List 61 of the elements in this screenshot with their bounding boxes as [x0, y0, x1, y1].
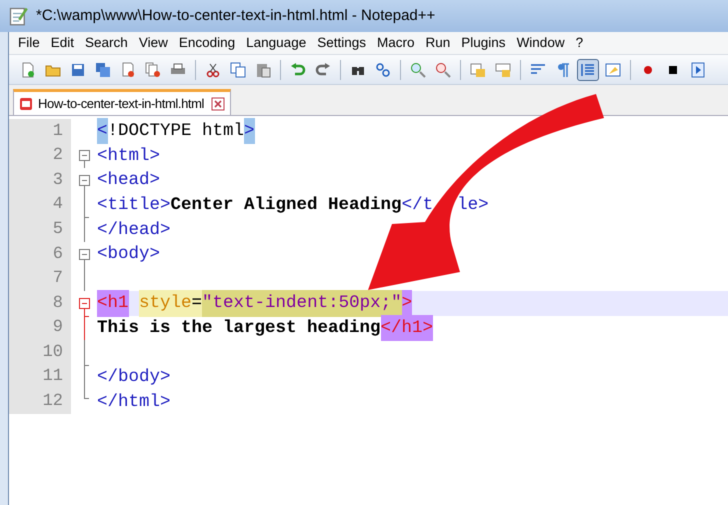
line-number: 1	[52, 120, 63, 143]
menu-item[interactable]: ?	[570, 32, 588, 54]
save-icon	[70, 62, 86, 78]
menu-item[interactable]: File	[13, 32, 45, 54]
copy-icon	[230, 62, 246, 78]
code-line: <!DOCTYPE html>	[97, 119, 728, 144]
cut-icon	[205, 62, 221, 78]
window-title: *C:\wamp\www\How-to-center-text-in-html.html - Notepad++	[36, 6, 436, 26]
file-tab[interactable]: How-to-center-text-in-html.html	[13, 89, 232, 115]
fold-toggle-icon[interactable]	[79, 248, 90, 260]
menu-item[interactable]: Macro	[372, 32, 420, 54]
code-line: <title>Center Aligned Heading</t le>	[97, 194, 490, 217]
line-number: 11	[42, 366, 63, 388]
line-number: 12	[42, 391, 63, 414]
line-number: 8	[52, 292, 63, 315]
fold-toggle-icon[interactable]	[79, 150, 90, 162]
menu-item[interactable]: Run	[420, 32, 456, 54]
code-line: <html>	[97, 144, 162, 168]
zoom-in-icon	[410, 62, 426, 78]
close-icon[interactable]	[211, 96, 226, 110]
line-number: 5	[52, 218, 63, 241]
close-file-icon	[120, 62, 136, 78]
play-icon	[690, 62, 706, 78]
fold-toggle-icon[interactable]	[79, 298, 90, 309]
notepad-icon	[8, 6, 28, 26]
tab-label: How-to-center-text-in-html.html	[38, 94, 204, 113]
close-all-icon	[145, 62, 161, 78]
sync-vertical-icon	[470, 62, 486, 78]
new-file-icon	[20, 62, 36, 78]
save-all-icon	[95, 62, 111, 78]
menu-item[interactable]: Encoding	[174, 32, 240, 54]
menu-item[interactable]: Edit	[46, 32, 80, 54]
code-line: This is the largest heading</h1>	[97, 316, 728, 340]
code-line: <head>	[97, 169, 162, 192]
menu-item[interactable]: Plugins	[456, 32, 511, 54]
fold-toggle-icon[interactable]	[79, 174, 90, 186]
sync-horizontal-icon	[495, 62, 511, 78]
code-line: <body>	[97, 243, 162, 266]
code-line: </body>	[97, 366, 172, 390]
undo-icon	[290, 62, 306, 78]
line-number: 10	[42, 342, 63, 364]
zoom-out-icon	[435, 62, 451, 78]
menu-item[interactable]: Search	[80, 32, 133, 54]
menu-item[interactable]: View	[134, 32, 173, 54]
line-number: 4	[52, 194, 63, 216]
indent-guide-icon	[580, 62, 596, 78]
indent-guide-button[interactable]	[577, 58, 599, 80]
menu-item[interactable]: Window	[512, 32, 570, 54]
line-number: 6	[52, 244, 63, 266]
panel-icon	[605, 62, 621, 78]
paste-icon	[255, 62, 271, 78]
line-number: 3	[52, 170, 63, 192]
code-line: </head>	[97, 218, 172, 242]
redo-icon	[315, 62, 331, 78]
pilcrow-icon	[555, 62, 571, 78]
line-number: 2	[52, 145, 63, 168]
line-number: 9	[52, 317, 63, 340]
menu-item[interactable]: Settings	[312, 32, 371, 54]
menu-item[interactable]: Language	[241, 32, 312, 54]
line-number: 7	[52, 268, 63, 290]
code-line: </html>	[97, 390, 172, 414]
